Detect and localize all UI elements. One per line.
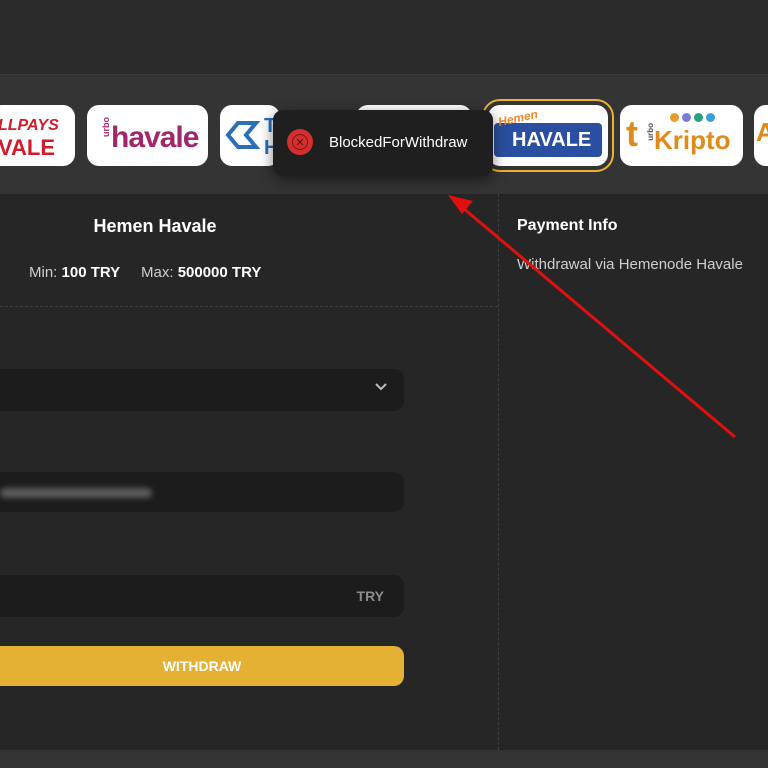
annotation-arrow-icon: [448, 195, 736, 439]
